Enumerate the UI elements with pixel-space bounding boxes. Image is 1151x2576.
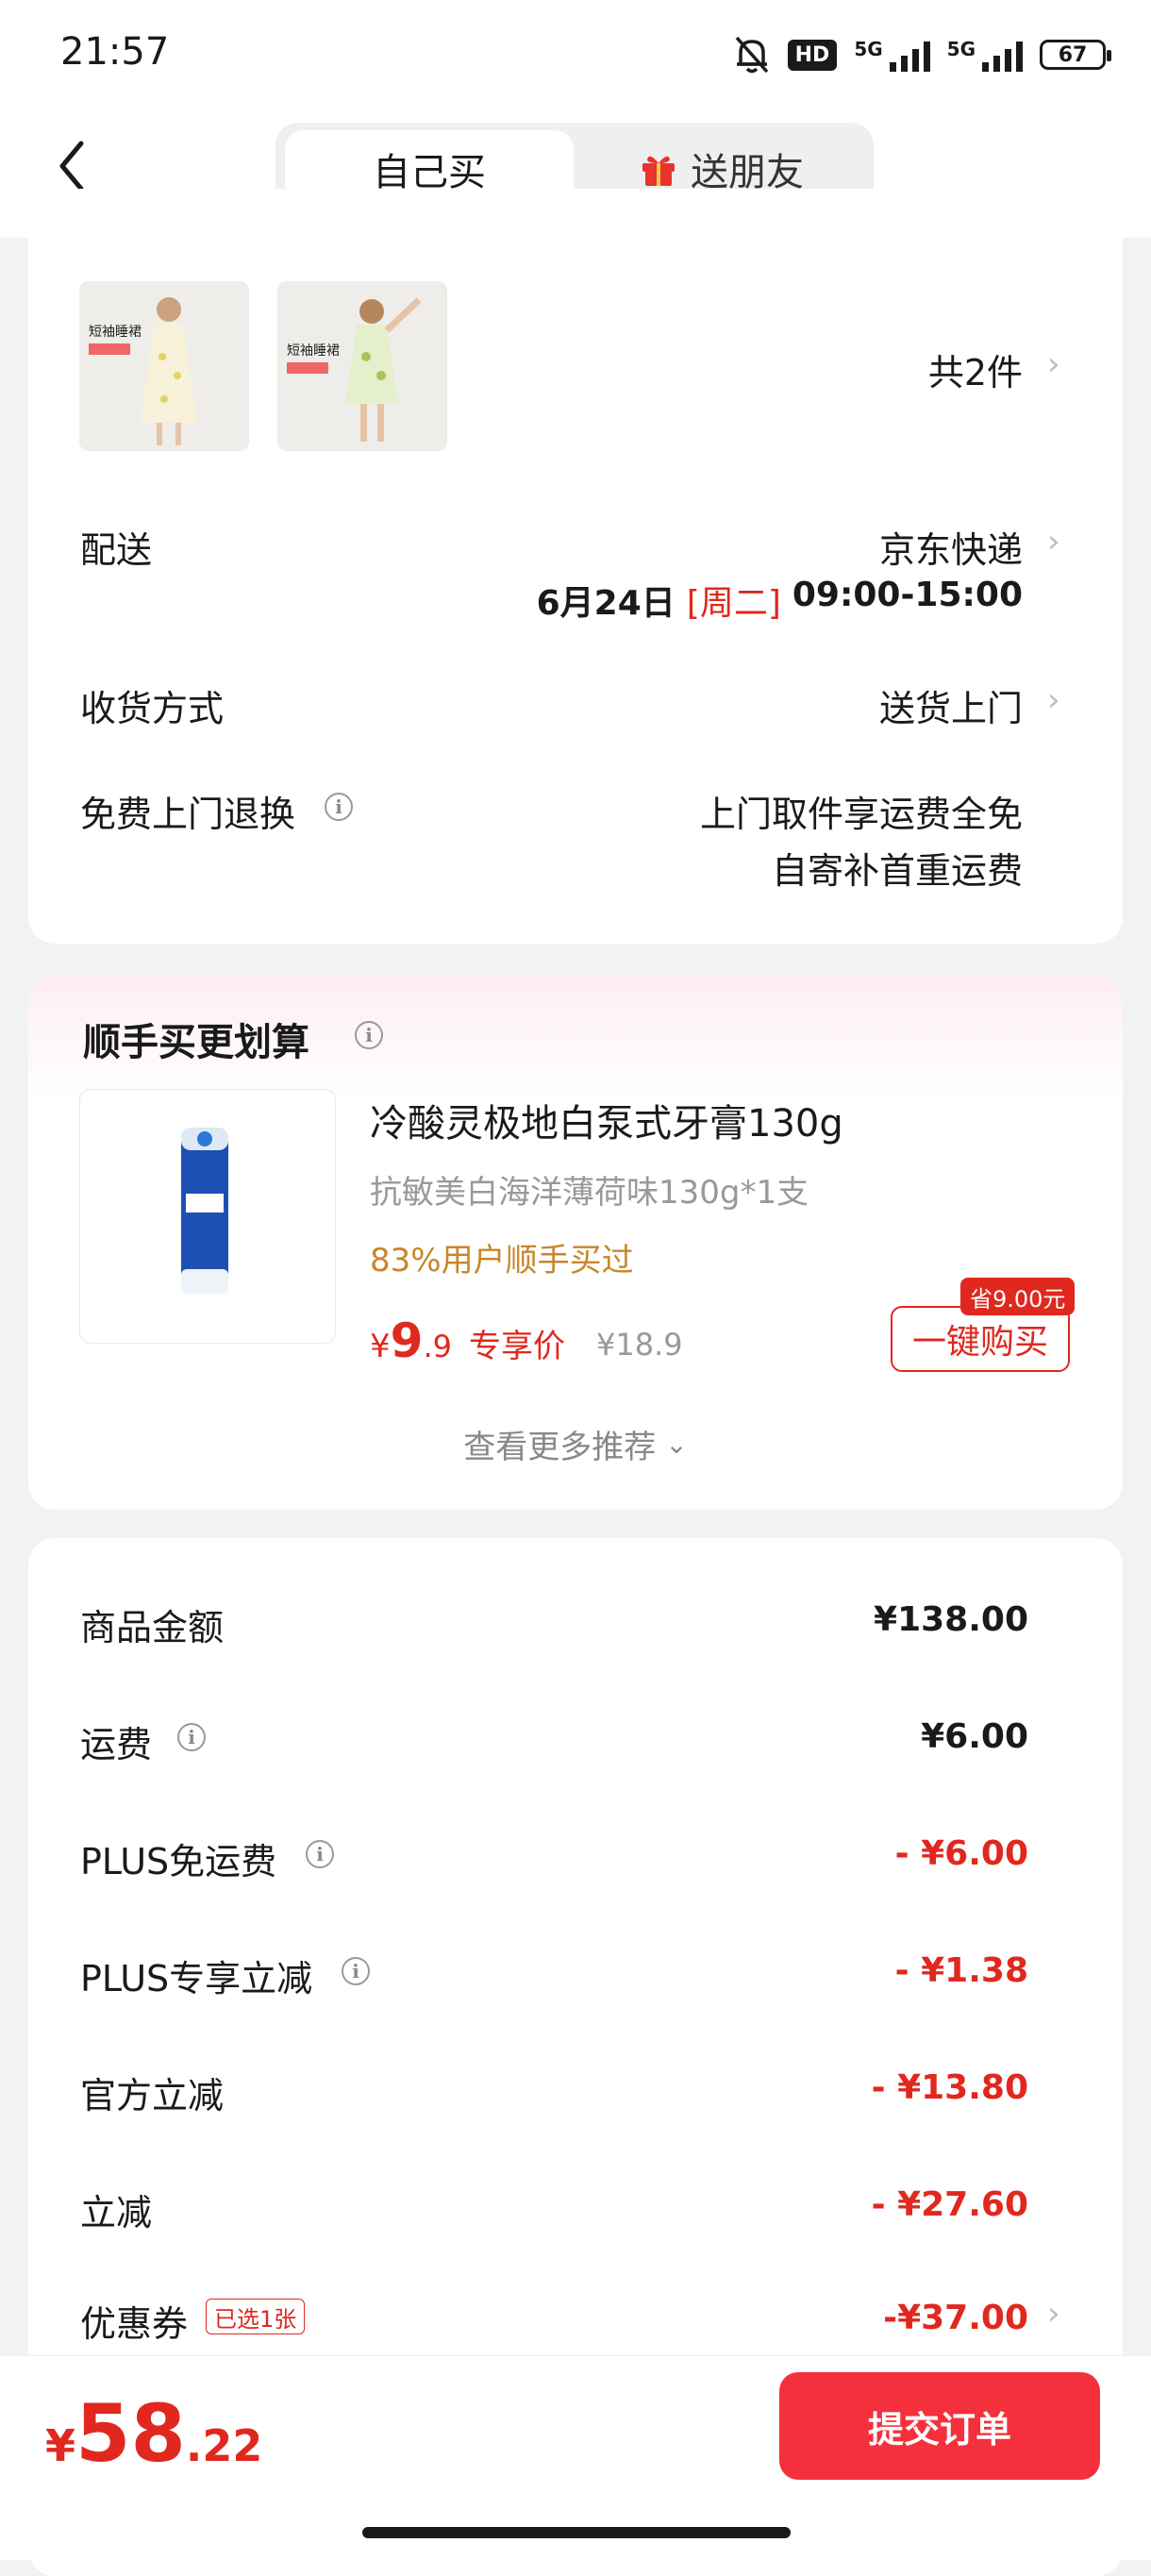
addon-original-price: ¥18.9 bbox=[596, 1327, 683, 1363]
official-discount-label: 官方立减 bbox=[80, 2075, 225, 2116]
addon-price-tag: 专享价 bbox=[468, 1328, 565, 1365]
addon-buy-stat: 83%用户顺手买过 bbox=[370, 1242, 634, 1280]
home-indicator[interactable] bbox=[362, 2527, 791, 2538]
addon-price-dec: .9 bbox=[423, 1329, 452, 1364]
instant-discount-label: 立减 bbox=[80, 2192, 153, 2233]
signal-icon-2: 5G bbox=[947, 38, 1023, 72]
receive-method-chevron-icon: › bbox=[1047, 681, 1060, 719]
addon-product-name[interactable]: 冷酸灵极地白泵式牙膏130g bbox=[370, 1093, 843, 1147]
nightdress-image-1: 短袖睡裙 bbox=[79, 281, 249, 451]
official-discount-value: - ¥13.80 bbox=[871, 2068, 1028, 2107]
network-label: 5G bbox=[854, 38, 883, 60]
coupon-label: 优惠券 bbox=[80, 2303, 189, 2345]
item-count[interactable]: 共2件 bbox=[928, 343, 1023, 395]
signal-icon: 5G bbox=[854, 38, 930, 72]
addon-price-int: 9 bbox=[390, 1313, 424, 1368]
hd-badge: HD bbox=[787, 39, 838, 71]
product-thumbnail-1[interactable]: 短袖睡裙 bbox=[79, 281, 249, 451]
order-total-currency: ¥ bbox=[45, 2420, 76, 2471]
order-total: ¥ 58 .22 bbox=[45, 2387, 262, 2480]
plus-discount-info-icon[interactable]: i bbox=[342, 1957, 370, 1985]
addon-title: 顺手买更划算 bbox=[83, 1021, 309, 1064]
bell-muted-icon bbox=[735, 36, 768, 74]
plus-free-shipping-value: - ¥6.00 bbox=[894, 1834, 1028, 1873]
receive-method-label: 收货方式 bbox=[80, 688, 225, 729]
receive-method-value[interactable]: 送货上门 bbox=[879, 679, 1023, 731]
delivery-carrier[interactable]: 京东快递 bbox=[879, 521, 1023, 573]
toothpaste-photo bbox=[181, 1128, 228, 1294]
thumb-tag-1: 短袖睡裙 bbox=[89, 325, 142, 340]
save-badge: 省9.00元 bbox=[960, 1278, 1076, 1315]
plus-discount-value: - ¥1.38 bbox=[894, 1951, 1028, 1990]
order-total-dec: .22 bbox=[185, 2420, 263, 2471]
addon-info-icon[interactable]: i bbox=[355, 1021, 383, 1049]
back-arrow-icon[interactable] bbox=[53, 138, 91, 194]
goods-amount-label: 商品金额 bbox=[80, 1607, 225, 1648]
thumb-tag-2: 短袖睡裙 bbox=[287, 343, 340, 359]
plus-free-shipping-info-icon[interactable]: i bbox=[306, 1840, 334, 1868]
addon-product-spec: 抗敏美白海洋薄荷味130g*1支 bbox=[370, 1174, 809, 1212]
submit-order-button[interactable]: 提交订单 bbox=[779, 2372, 1100, 2480]
delivery-label: 配送 bbox=[80, 529, 153, 571]
status-icons: HD 5G 5G 67 bbox=[733, 28, 1111, 81]
free-return-label: 免费上门退换 bbox=[80, 794, 296, 835]
status-time: 21:57 bbox=[60, 30, 170, 74]
toothpaste-image[interactable] bbox=[79, 1089, 336, 1344]
shipping-info-icon[interactable]: i bbox=[177, 1723, 206, 1751]
delivery-window: 09:00-15:00 bbox=[792, 576, 1023, 614]
coupon-chevron-icon: › bbox=[1047, 2295, 1060, 2333]
plus-discount-label: PLUS专享立减 bbox=[80, 1958, 313, 1999]
delivery-weekday: [周二] bbox=[686, 584, 781, 623]
nightdress-image-2: 短袖睡裙 bbox=[277, 281, 447, 451]
free-return-line1: 上门取件享运费全免 bbox=[699, 794, 1023, 835]
more-recommendations[interactable]: 查看更多推荐 ⌄ bbox=[0, 1421, 1151, 1467]
shipping-value: ¥6.00 bbox=[921, 1717, 1028, 1756]
coupon-value[interactable]: -¥37.00 bbox=[883, 2299, 1028, 2337]
instant-discount-value: - ¥27.60 bbox=[871, 2185, 1028, 2224]
goods-amount-value: ¥138.00 bbox=[874, 1600, 1028, 1639]
product-thumbnail-2[interactable]: 短袖睡裙 bbox=[277, 281, 447, 451]
submit-order-label: 提交订单 bbox=[867, 2408, 1011, 2451]
delivery-time[interactable]: 6月24日 [周二] 09:00-15:00 bbox=[537, 576, 1023, 625]
gift-icon bbox=[642, 156, 675, 186]
chevron-down-icon: ⌄ bbox=[665, 1429, 688, 1460]
more-recommendations-label: 查看更多推荐 bbox=[463, 1429, 657, 1466]
info-icon[interactable]: i bbox=[325, 793, 353, 821]
delivery-date: 6月24日 bbox=[536, 584, 676, 623]
free-return-line2: 自寄补首重运费 bbox=[771, 850, 1023, 892]
battery-icon: 67 bbox=[1040, 40, 1111, 70]
delivery-chevron-icon: › bbox=[1047, 523, 1060, 560]
network-label-2: 5G bbox=[946, 38, 976, 60]
shipping-label: 运费 bbox=[80, 1724, 153, 1765]
item-count-chevron-icon: › bbox=[1047, 345, 1060, 383]
addon-price-currency: ¥ bbox=[370, 1328, 391, 1365]
plus-free-shipping-label: PLUS免运费 bbox=[80, 1841, 277, 1882]
coupon-selected-badge: 已选1张 bbox=[206, 2299, 306, 2334]
one-click-buy-button[interactable]: 一键购买 bbox=[891, 1306, 1070, 1372]
order-total-int: 58 bbox=[75, 2387, 186, 2480]
addon-price: ¥ 9 .9 专享价 bbox=[370, 1313, 565, 1368]
one-click-buy-label: 一键购买 bbox=[911, 1323, 1048, 1362]
